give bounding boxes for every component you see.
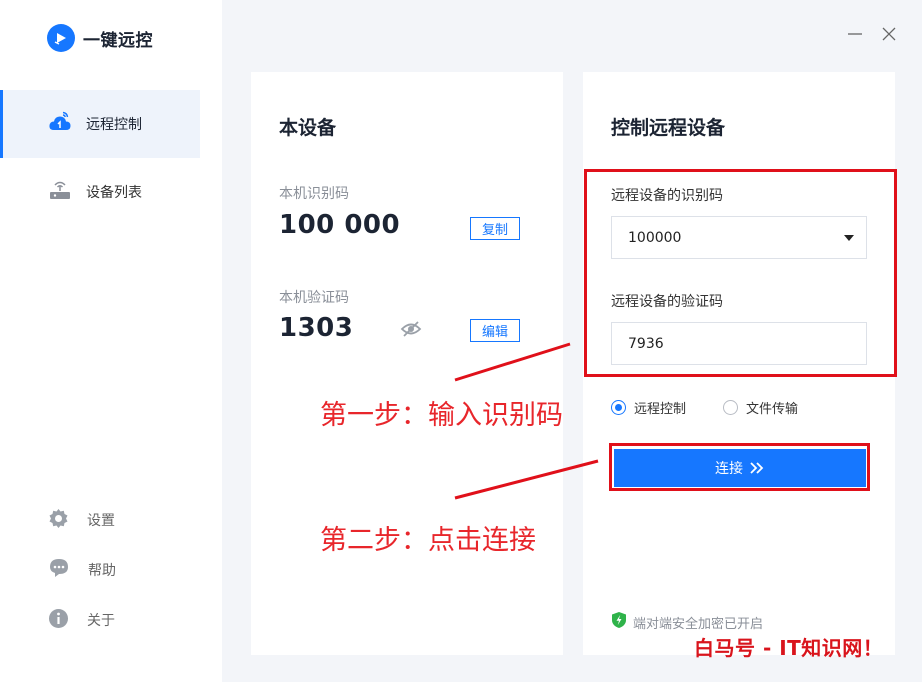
watermark: 白马号 - IT知识网！ bbox=[694, 636, 884, 660]
annotation-arrows bbox=[454, 342, 599, 500]
step2-arrow-line bbox=[454, 459, 599, 500]
step2-caption: 第二步：点击连接 bbox=[320, 525, 536, 556]
step1-caption: 第一步：输入识别码 bbox=[320, 400, 563, 431]
step1-arrow-line bbox=[454, 342, 571, 382]
